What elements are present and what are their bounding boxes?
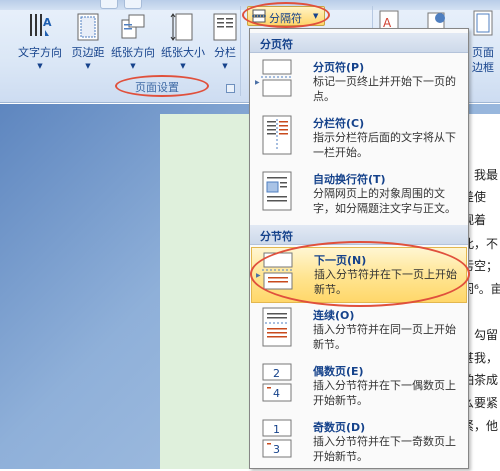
orientation-label: 纸张方向 <box>111 46 155 59</box>
menu-item-text-wrapping-break[interactable]: 自动换行符(T) 分隔网页上的对象周围的文字，如分隔题注文字与正文。 <box>251 167 467 223</box>
menu-item-title: 连续(O) <box>313 309 355 322</box>
orientation-icon <box>121 14 145 39</box>
section-header-label: 分页符 <box>260 38 293 51</box>
text-direction-button[interactable]: A 文字方向 ▼ <box>12 8 68 78</box>
chevron-down-icon: ▼ <box>222 62 228 70</box>
bullet-icon: ▶ <box>255 79 260 86</box>
menu-item-desc: 分隔网页上的对象周围的文字，如分隔题注文字与正文。 <box>313 187 456 215</box>
page-borders-label-line2: 边框 <box>472 61 494 74</box>
menu-item-title: 自动换行符(T) <box>313 173 386 186</box>
chevron-down-icon: ▼ <box>180 62 186 70</box>
menu-item-desc: 插入分节符并在同一页上开始新节。 <box>313 323 456 351</box>
page-borders-label-line1: 页面 <box>472 46 494 59</box>
columns-button[interactable]: 分栏 ▼ <box>210 8 240 78</box>
menu-item-desc: 插入分节符并在下一偶数页上开始新节。 <box>313 379 456 407</box>
text-wrap-break-icon <box>262 171 292 211</box>
svg-text:1: 1 <box>273 423 280 436</box>
svg-text:A: A <box>43 16 52 29</box>
menu-item-continuous[interactable]: 连续(O) 插入分节符并在同一页上开始新节。 <box>251 303 467 359</box>
menu-item-title: 分页符(P) <box>313 61 365 74</box>
section-header-page-breaks: 分页符 <box>250 33 468 53</box>
chevron-down-icon: ▼ <box>85 62 91 70</box>
menu-item-page-break[interactable]: ▶ 分页符(P) 标记一页终止并开始下一页的点。 <box>251 55 467 111</box>
annotation-ellipse <box>250 241 470 307</box>
menu-item-odd-page[interactable]: 1 3 奇数页(D) 插入分节符并在下一奇数页上开始新节。 <box>251 415 467 471</box>
text-direction-label: 文字方向 <box>18 46 62 59</box>
odd-page-break-icon: 1 3 <box>262 419 292 458</box>
annotation-ellipse <box>242 2 330 28</box>
page-borders-icon[interactable] <box>472 10 494 36</box>
text-direction-icon: A <box>30 14 52 36</box>
orientation-button[interactable]: 纸张方向 ▼ <box>108 8 158 78</box>
menu-item-desc: 指示分栏符后面的文字将从下一栏开始。 <box>313 131 456 159</box>
menu-item-title: 奇数页(D) <box>313 421 366 434</box>
menu-item-desc: 标记一页终止并开始下一页的点。 <box>313 75 456 103</box>
menu-item-title: 偶数页(E) <box>313 365 364 378</box>
svg-text:2: 2 <box>273 367 280 380</box>
size-label: 纸张大小 <box>161 46 205 59</box>
dialog-launcher-icon[interactable] <box>226 84 235 93</box>
margins-label: 页边距 <box>71 46 105 59</box>
group-separator <box>240 6 241 96</box>
menu-item-title: 分栏符(C) <box>313 117 365 130</box>
svg-text:4: 4 <box>273 387 280 400</box>
columns-label: 分栏 <box>214 46 236 59</box>
section-header-label: 分节符 <box>260 230 293 243</box>
paper-size-icon <box>170 13 193 41</box>
annotation-ellipse <box>115 75 209 97</box>
menu-item-desc: 插入分节符并在下一奇数页上开始新节。 <box>313 435 456 463</box>
menu-item-even-page[interactable]: 2 4 偶数页(E) 插入分节符并在下一偶数页上开始新节。 <box>251 359 467 415</box>
even-page-break-icon: 2 4 <box>262 363 292 402</box>
document-margin <box>160 114 252 469</box>
columns-icon <box>213 13 237 41</box>
svg-text:3: 3 <box>273 443 280 456</box>
margins-button[interactable]: 页边距 ▼ <box>68 8 108 78</box>
column-break-icon <box>262 115 292 155</box>
size-button[interactable]: 纸张大小 ▼ <box>158 8 208 78</box>
continuous-break-icon <box>262 307 292 347</box>
margins-icon <box>77 13 99 41</box>
page-break-icon <box>261 59 293 97</box>
menu-item-column-break[interactable]: 分栏符(C) 指示分栏符后面的文字将从下一栏开始。 <box>251 111 467 167</box>
chevron-down-icon: ▼ <box>37 62 43 70</box>
chevron-down-icon: ▼ <box>130 62 136 70</box>
